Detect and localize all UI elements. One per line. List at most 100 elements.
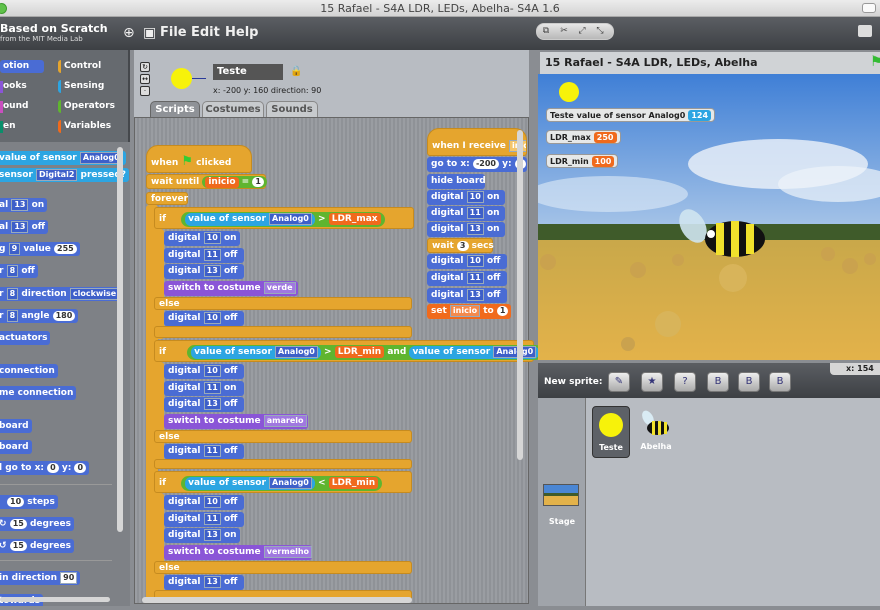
else-2: else: [154, 430, 412, 443]
digital-11-off-3[interactable]: digital 11 off: [164, 512, 244, 527]
if-block-2[interactable]: if value of sensor Analog0 > LDR_min and…: [154, 340, 544, 362]
stage-layout-icon[interactable]: [858, 25, 872, 37]
paint-sprite-icon[interactable]: ✎: [608, 372, 630, 392]
random-sprite-icon[interactable]: ?: [674, 372, 696, 392]
scripts-hscrollbar[interactable]: [142, 597, 412, 603]
digital-11-on-r[interactable]: digital 11 on: [427, 206, 505, 221]
monitor-sensor-analog0[interactable]: Teste value of sensor Analog0 124: [546, 108, 716, 122]
tab-sounds[interactable]: Sounds: [266, 101, 318, 117]
digital-11-off-2[interactable]: digital 11 off: [164, 444, 244, 459]
switch-costume-verde[interactable]: switch to costume verde: [164, 281, 298, 296]
sprite-coords: x: -200 y: 160 direction: 90: [213, 86, 322, 95]
import-board-icon[interactable]: B: [769, 372, 791, 392]
digital-10-on-r[interactable]: digital 10 on: [427, 190, 505, 205]
palette-block-value-of-sensor[interactable]: value of sensor Analog0: [0, 151, 126, 165]
palette-block-actuators[interactable]: actuators: [0, 331, 51, 345]
digital-10-off-r[interactable]: digital 10 off: [427, 254, 507, 269]
green-flag-icon[interactable]: ⚑: [870, 54, 880, 70]
switch-costume-vermelho[interactable]: switch to costume vermelho: [164, 545, 313, 560]
new-board-icon[interactable]: B: [707, 372, 729, 392]
wait-until-block[interactable]: wait until inicio = 1: [146, 174, 267, 189]
go-to-xy-block[interactable]: go to x: -200 y: 1: [427, 157, 527, 172]
palette-block-motor-off[interactable]: r 8 off: [0, 264, 38, 278]
zoom-window-button[interactable]: [0, 3, 7, 14]
sprite-name-field[interactable]: Teste: [213, 64, 283, 80]
sprite-thumb-abelha[interactable]: Abelha: [636, 406, 676, 458]
hide-board-block[interactable]: hide board: [427, 174, 486, 189]
digital-11-off-1[interactable]: digital 11 off: [164, 248, 244, 263]
digital-10-off-2[interactable]: digital 10 off: [164, 364, 244, 379]
wait-secs-block[interactable]: wait 3 secs: [427, 238, 494, 253]
globe-icon[interactable]: ⊕: [123, 25, 135, 41]
palette-scrollbar[interactable]: [117, 147, 123, 532]
lock-icon[interactable]: 🔒: [290, 66, 302, 77]
tab-costumes[interactable]: Costumes: [202, 101, 264, 117]
palette-block-digital-off[interactable]: al 13 off: [0, 220, 49, 234]
digital-11-off-r[interactable]: digital 11 off: [427, 271, 507, 286]
rotation-style-buttons[interactable]: ↻ ↔ ·: [140, 62, 150, 98]
logo-subtitle: from the MIT Media Lab: [0, 35, 83, 43]
palette-block-move-steps[interactable]: 10 steps: [0, 495, 58, 509]
shrink-icon[interactable]: ⤡: [591, 24, 609, 39]
palette-block-motor-direction[interactable]: r 8 direction clockwise: [0, 287, 123, 301]
palette-block-board-go-to[interactable]: l go to x: 0 y: 0: [0, 461, 90, 475]
paint-board-icon[interactable]: B: [738, 372, 760, 392]
teste-sprite[interactable]: [559, 82, 579, 102]
digital-10-off-1[interactable]: digital 10 off: [164, 311, 244, 326]
palette-block-resume-connection[interactable]: me connection: [0, 386, 77, 400]
palette-hscrollbar[interactable]: [0, 597, 110, 602]
stage-thumb-panel[interactable]: Stage: [538, 398, 586, 606]
category-control[interactable]: Control: [58, 60, 118, 73]
floppy-icon[interactable]: ▣: [143, 25, 156, 41]
sprite-thumb-teste[interactable]: Teste: [592, 406, 630, 458]
stage-thumbnail[interactable]: [543, 484, 579, 506]
duplicate-icon[interactable]: ⧉: [537, 24, 555, 39]
category-sensing[interactable]: Sensing: [58, 80, 118, 93]
forever-block[interactable]: forever: [146, 192, 188, 205]
scripts-vscrollbar[interactable]: [517, 130, 523, 460]
digital-13-on-3[interactable]: digital 13 on: [164, 528, 240, 543]
cut-icon[interactable]: ✂: [555, 24, 573, 39]
block-palette: value of sensor Analog0 sensor Digital2 …: [0, 142, 130, 606]
menu-edit[interactable]: Edit: [191, 25, 220, 40]
digital-13-off-2[interactable]: digital 13 off: [164, 397, 244, 412]
palette-block-hide-board[interactable]: board: [0, 440, 32, 454]
grow-icon[interactable]: ⤢: [573, 24, 591, 39]
toolbar-toggle-icon[interactable]: [862, 3, 876, 13]
category-pen[interactable]: en: [0, 120, 44, 133]
digital-13-on-r[interactable]: digital 13 on: [427, 222, 505, 237]
palette-block-analog-value[interactable]: g 9 value 255: [0, 242, 80, 256]
digital-11-on-2[interactable]: digital 11 on: [164, 381, 244, 396]
category-operators[interactable]: Operators: [58, 100, 118, 113]
palette-block-turn-right[interactable]: ↻ 15 degrees: [0, 517, 74, 531]
menu-help[interactable]: Help: [225, 25, 258, 40]
palette-block-motor-angle[interactable]: r 8 angle 180: [0, 309, 79, 323]
choose-sprite-icon[interactable]: ★: [641, 372, 663, 392]
switch-costume-amarelo[interactable]: switch to costume amarelo: [164, 414, 308, 429]
new-sprite-label: New sprite:: [544, 377, 603, 387]
if-block-1[interactable]: if value of sensor Analog0 > LDR_max: [154, 207, 414, 229]
palette-block-show-board[interactable]: board: [0, 419, 32, 433]
palette-block-digital-on[interactable]: al 13 on: [0, 198, 48, 212]
when-i-receive-hat[interactable]: when I receive inicia: [427, 128, 527, 156]
menu-file[interactable]: File: [160, 25, 187, 40]
monitor-ldr-min[interactable]: LDR_min 100: [546, 154, 619, 168]
category-looks[interactable]: ooks: [0, 80, 44, 93]
tab-scripts[interactable]: Scripts: [150, 101, 200, 117]
when-flag-clicked-hat[interactable]: when ⚑ clicked: [146, 145, 252, 173]
digital-10-off-3[interactable]: digital 10 off: [164, 495, 244, 510]
palette-block-turn-left[interactable]: ↺ 15 degrees: [0, 539, 74, 553]
if-block-3[interactable]: if value of sensor Analog0 < LDR_min: [154, 471, 412, 493]
digital-13-off-r[interactable]: digital 13 off: [427, 288, 507, 303]
set-variable-block[interactable]: set inicio to 1: [427, 304, 511, 319]
digital-10-on-1[interactable]: digital 10 on: [164, 231, 240, 246]
digital-13-off-1[interactable]: digital 13 off: [164, 264, 244, 279]
category-motion[interactable]: otion: [0, 60, 44, 73]
category-variables[interactable]: Variables: [58, 120, 118, 133]
palette-block-connection[interactable]: connection: [0, 364, 58, 378]
category-sound[interactable]: ound: [0, 100, 44, 113]
palette-block-sensor-pressed[interactable]: sensor Digital2 pressed?: [0, 168, 129, 182]
palette-block-point-direction[interactable]: in direction 90: [0, 571, 81, 585]
monitor-ldr-max[interactable]: LDR_max 250: [546, 130, 621, 144]
digital-13-off-3[interactable]: digital 13 off: [164, 575, 244, 590]
